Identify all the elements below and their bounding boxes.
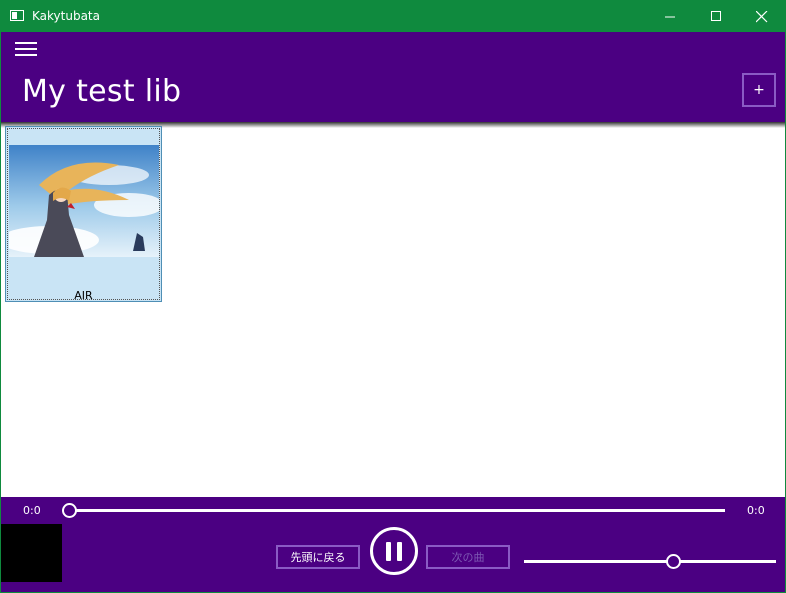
app-icon [10,10,24,21]
maximize-icon [710,11,721,21]
page-title: My test lib [22,74,182,109]
pause-icon-bar [397,542,402,561]
restart-button[interactable]: 先頭に戻る [276,545,360,569]
add-library-button[interactable]: + [742,73,776,107]
pause-icon [386,542,391,561]
elapsed-time: 0:0 [23,504,41,517]
close-button[interactable] [739,1,785,32]
album-art [9,145,159,257]
app-window: Kakytubata My test lib + AIR 0:0 0:0 先頭に… [0,0,786,593]
seek-thumb[interactable] [62,503,77,518]
volume-slider[interactable] [524,560,776,563]
seek-slider[interactable] [71,509,725,512]
maximize-button[interactable] [693,1,739,32]
next-track-button[interactable]: 次の曲 [426,545,510,569]
duration-time: 0:0 [747,504,765,517]
window-title: Kakytubata [32,9,100,23]
now-playing-art [1,524,62,582]
app-header: My test lib + [1,32,785,122]
minimize-icon [664,16,675,18]
album-tile[interactable]: AIR [5,126,162,302]
close-icon [756,10,768,22]
volume-thumb[interactable] [666,554,681,569]
title-bar[interactable]: Kakytubata [1,1,785,32]
album-title: AIR [74,289,93,302]
player-bar: 0:0 0:0 先頭に戻る 次の曲 [1,497,785,592]
minimize-button[interactable] [647,1,693,32]
library-grid: AIR [1,122,785,497]
hamburger-icon[interactable] [15,38,37,56]
pause-button[interactable] [370,527,418,575]
